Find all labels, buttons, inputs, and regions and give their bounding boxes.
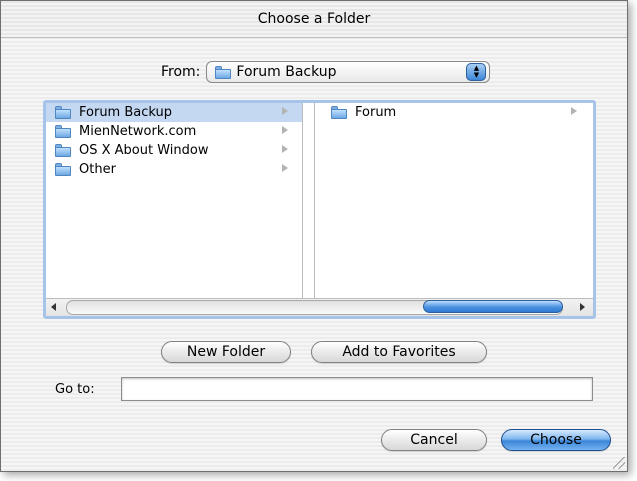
horizontal-scrollbar[interactable]	[46, 298, 593, 316]
resize-grip-icon[interactable]	[613, 457, 625, 469]
folder-icon	[55, 106, 71, 119]
browser-column-3: Forum	[322, 103, 593, 299]
disclosure-arrow-icon	[282, 164, 288, 172]
goto-row: Go to:	[55, 377, 593, 401]
disclosure-arrow-icon	[571, 107, 577, 115]
scroll-left-icon[interactable]	[51, 303, 56, 311]
new-folder-button[interactable]: New Folder	[161, 341, 291, 363]
add-to-favorites-button[interactable]: Add to Favorites	[311, 341, 487, 363]
browser-column-1: Forum Backup MienNetwork.com OS X About …	[46, 103, 303, 299]
disclosure-arrow-icon	[282, 145, 288, 153]
cancel-button[interactable]: Cancel	[381, 429, 487, 451]
choose-button[interactable]: Choose	[501, 429, 611, 451]
list-item-label: OS X About Window	[79, 143, 209, 158]
dialog-title: Choose a Folder	[1, 1, 627, 38]
goto-input[interactable]	[121, 377, 593, 401]
list-item-label: Forum	[355, 105, 397, 120]
scroll-right-icon[interactable]	[580, 303, 585, 311]
popup-arrows-icon: ▲ ▼	[466, 63, 487, 81]
folder-icon	[55, 163, 71, 176]
list-item-osx-about-window[interactable]: OS X About Window	[46, 141, 302, 160]
from-popup[interactable]: Forum Backup ▲ ▼	[206, 61, 491, 83]
list-item-forum-backup[interactable]: Forum Backup	[46, 103, 302, 122]
list-item-label: Other	[79, 162, 116, 177]
list-item-other[interactable]: Other	[46, 160, 302, 179]
list-item-forum[interactable]: Forum	[322, 103, 593, 122]
disclosure-arrow-icon	[282, 126, 288, 134]
list-item-miennetwork[interactable]: MienNetwork.com	[46, 122, 302, 141]
list-item-label: Forum Backup	[79, 105, 172, 120]
list-item-label: MienNetwork.com	[79, 124, 197, 139]
browser-column-2	[304, 103, 315, 299]
from-label: From:	[161, 64, 201, 80]
disclosure-arrow-icon	[282, 107, 288, 115]
folder-icon	[55, 125, 71, 138]
choose-folder-dialog: Choose a Folder From: Forum Backup ▲ ▼ Fo…	[0, 0, 628, 472]
folder-browser: Forum Backup MienNetwork.com OS X About …	[43, 100, 596, 319]
folder-icon	[55, 144, 71, 157]
from-row: From: Forum Backup ▲ ▼	[161, 60, 491, 84]
scroll-thumb[interactable]	[423, 300, 563, 313]
folder-icon	[331, 106, 347, 119]
goto-label: Go to:	[55, 381, 95, 397]
folder-icon	[215, 65, 232, 79]
from-popup-value: Forum Backup	[236, 64, 337, 80]
